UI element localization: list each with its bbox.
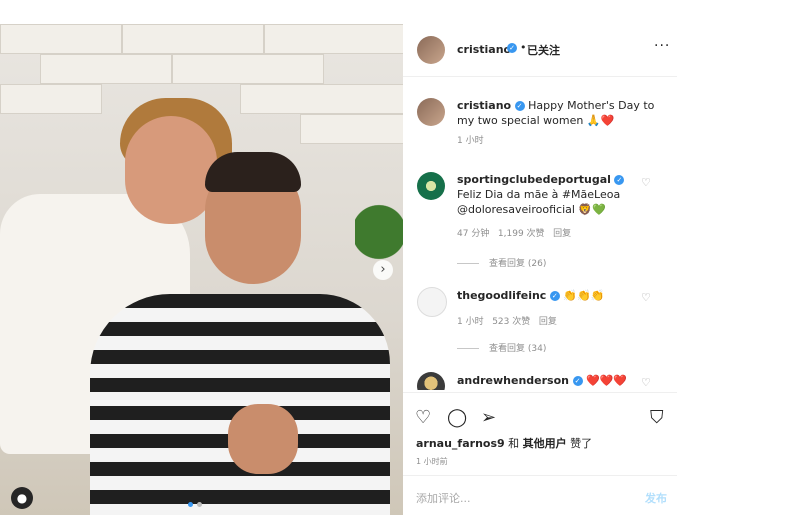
comment-input[interactable]: 添加评论... [416,490,471,506]
liked-by-others[interactable]: 其他用户 [523,437,567,450]
verified-icon: ✓ [572,376,583,386]
wall-brick [172,54,324,84]
avatar[interactable] [417,98,445,126]
instagram-post: › ● cristiano ✓ • 已关注 ··· cristiano ✓ Ha… [0,24,677,515]
post-side-panel: cristiano ✓ • 已关注 ··· cristiano ✓ Happy … [403,24,677,515]
woman-face [125,116,217,224]
verified-icon: ✓ [514,101,525,111]
thumbs-up-hand [228,404,298,474]
separator: • [520,41,527,54]
liked-by: arnau_farnos9 和 其他用户 赞了 [416,435,592,451]
view-replies-label: 查看回复 (26) [489,259,547,269]
avatar[interactable] [417,36,445,64]
carousel-dots [188,502,202,507]
caption: cristiano ✓ Happy Mother's Day to my two… [457,98,662,149]
verified-icon: ✓ [549,291,560,301]
comment-time: 47 分钟 [457,229,490,239]
wall-brick [40,54,172,84]
heart-icon[interactable]: ♡ [415,407,431,428]
comment-likes[interactable]: 1,199 次赞 [498,229,545,239]
liked-by-user[interactable]: arnau_farnos9 [416,437,505,450]
man-figure [90,294,390,515]
more-options-icon[interactable]: ··· [654,38,670,54]
comment-time: 1 小时 [457,317,484,327]
verified-icon: ✓ [507,43,517,53]
wall-brick [0,84,102,114]
comment: thegoodlifeinc ✓ 👏👏👏 1 小时 523 次赞 回复 [457,288,662,330]
comment-text: 👏👏👏 [563,289,605,302]
following-button[interactable]: 已关注 [527,42,560,58]
wall-brick [300,114,403,144]
comment: sportingclubedeportugal ✓ Feliz Dia da m… [457,172,662,242]
comment-username[interactable]: sportingclubedeportugal [457,173,611,186]
heart-icon[interactable]: ♡ [641,176,651,189]
plant [355,184,403,304]
comment-username[interactable]: thegoodlifeinc [457,289,546,302]
verified-icon: ✓ [614,175,625,185]
post-button[interactable]: 发布 [645,490,667,506]
wall-brick [264,24,403,54]
add-comment-bar: 添加评论... 发布 [403,475,677,517]
view-replies-button[interactable]: 查看回复 (26) [457,256,546,269]
view-replies-label: 查看回复 (34) [489,344,547,354]
avatar[interactable] [417,172,445,200]
liked-by-end: 赞了 [566,437,593,450]
comment-text: Feliz Dia da mãe à #MãeLeoa @doloresavei… [457,188,621,216]
post-header: cristiano ✓ • 已关注 ··· [403,24,677,77]
bookmark-icon[interactable]: ⛉ [650,407,664,428]
comment-username[interactable]: andrewhenderson [457,374,569,387]
comments-list[interactable]: cristiano ✓ Happy Mother's Day to my two… [403,90,677,390]
post-actions: ♡ ◯ ➢ ⛉ arnau_farnos9 和 其他用户 赞了 1 小时前 添加… [403,392,677,516]
share-icon[interactable]: ➢ [481,407,496,428]
reply-button[interactable]: 回复 [539,317,557,327]
post-photo[interactable]: › ● [0,24,403,515]
header-username[interactable]: cristiano [457,43,511,56]
heart-icon[interactable]: ♡ [641,291,651,304]
comment-text: ❤️❤️❤️ [586,374,628,387]
wall-brick [240,84,403,114]
chevron-right-icon[interactable]: › [373,260,393,280]
carousel-dot [197,502,202,507]
caption-time: 1 小时 [457,136,484,146]
wall-brick [122,24,264,54]
comment-likes[interactable]: 523 次赞 [492,317,530,327]
liked-by-mid: 和 [504,437,523,450]
man-hair [205,152,301,192]
post-time: 1 小时前 [416,457,448,466]
view-replies-button[interactable]: 查看回复 (34) [457,341,546,354]
wall-brick [0,24,122,54]
comment-icon[interactable]: ◯ [447,407,467,428]
reply-button[interactable]: 回复 [553,229,571,239]
comment: andrewhenderson ✓ ❤️❤️❤️ [457,373,662,388]
avatar[interactable] [417,287,447,317]
caption-username[interactable]: cristiano [457,99,511,112]
carousel-dot [188,502,193,507]
avatar[interactable] [417,372,445,390]
heart-icon[interactable]: ♡ [641,376,651,389]
user-tag-icon[interactable]: ● [11,487,33,509]
